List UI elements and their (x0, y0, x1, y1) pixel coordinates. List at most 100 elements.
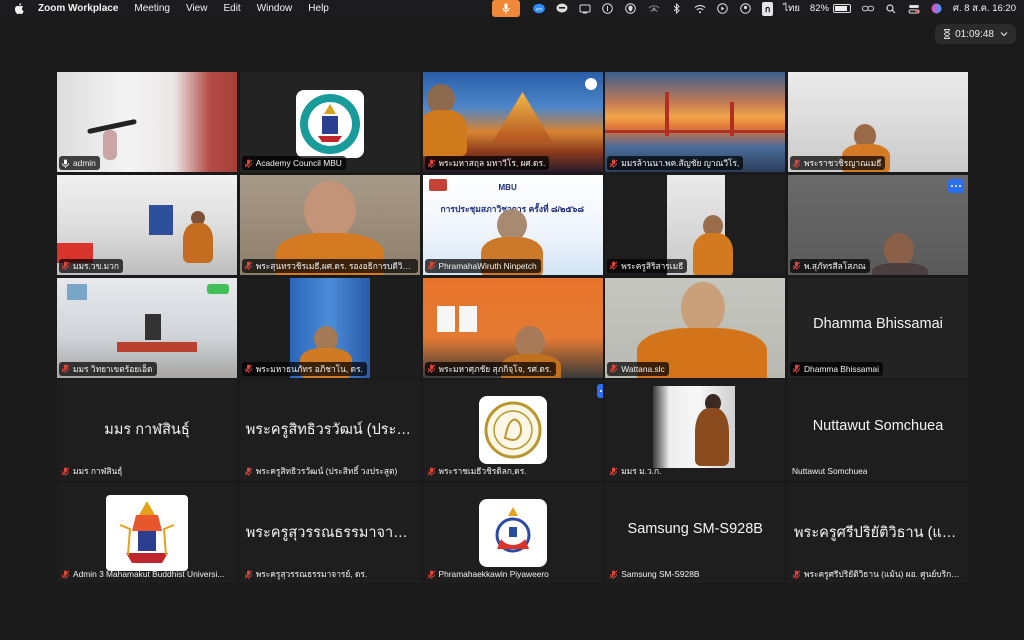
muted-microphone-icon (244, 159, 253, 168)
chevron-down-icon (1000, 32, 1008, 37)
battery-icon[interactable] (832, 4, 851, 13)
participant-name-label: พระสุนทรวชิรเมธี,ผศ.ดร. รองอธิการบดีวิทย… (241, 258, 418, 273)
control-icon[interactable] (602, 3, 614, 14)
muted-microphone-icon (427, 261, 435, 270)
macos-menu-bar: Zoom Workplace Meeting View Edit Window … (0, 0, 1024, 17)
app-menu-zoom[interactable]: Zoom Workplace (38, 3, 118, 14)
more-options-button[interactable] (948, 178, 964, 193)
participant-tile[interactable]: Admin 3 Mahamakut Buddhist Universi... (57, 483, 237, 583)
menubar-status-area: zm ก ไทย 82% ศ. 8 ส.ค. 16:20 (491, 0, 1016, 17)
participant-name-label: มมรล้านนา.พค.สัญชัย ญาณวีโร, (607, 156, 744, 170)
participant-display-name: พระครูสุวรรณธรรมาจารย์... (245, 525, 414, 541)
participant-name-label: มมร.วข.มวก (59, 258, 123, 273)
shield-icon[interactable] (625, 3, 637, 14)
participant-name-label: Samsung SM-S928B (607, 567, 703, 581)
participant-tile[interactable]: มมร ม.ว.ก. (605, 380, 786, 481)
menu-help[interactable]: Help (308, 3, 329, 14)
participant-tile[interactable]: พ.สุภัทรสีลโสภณ (788, 174, 968, 275)
spotlight-search-icon[interactable] (885, 3, 897, 14)
microphone-icon (502, 3, 510, 14)
bluetooth-icon[interactable] (671, 3, 683, 14)
menubar-clock[interactable]: ศ. 8 ส.ค. 16:20 (953, 1, 1016, 16)
participant-display-name: Dhamma Bhissamai (813, 315, 943, 332)
participant-tile[interactable]: มมร วิทยาเขตร้อยเอ็ด (57, 277, 237, 378)
participant-tile[interactable]: MBU การประชุมสภาวิชาการ ครั้งที่ ๘/๒๕๖๘ … (422, 174, 603, 275)
muted-microphone-icon (427, 159, 435, 168)
participant-tile[interactable]: Dhamma Bhissamai Dhamma Bhissamai (788, 277, 968, 378)
participant-tile[interactable]: พระมหาธนภัทร อภิชาโน, ดร. (239, 277, 420, 378)
participant-display-name: พระครูสิทธิวรวัฒน์ (ประสิ... (245, 422, 414, 439)
participant-name-label: พระมหาศุภชัย สุภกิจฺโจ, รศ.ดร. (424, 361, 556, 376)
participant-name-label: มมร ม.ว.ก. (607, 464, 665, 478)
menu-window[interactable]: Window (257, 3, 293, 14)
participant-display-name: พระครูศรีปริยัติวิธาน (แม้... (794, 525, 962, 541)
muted-microphone-icon (244, 364, 253, 373)
line-chat-icon[interactable] (556, 3, 568, 14)
muted-microphone-icon (427, 467, 435, 476)
control-center-icon[interactable] (908, 3, 920, 14)
participant-tile[interactable]: Phramahaekkawin Piyaweero (422, 483, 603, 583)
siri-icon[interactable] (931, 3, 943, 14)
muted-microphone-icon (61, 261, 70, 270)
participant-name-label: Phramahaekkawin Piyaweero (425, 567, 553, 581)
participant-name-label: พระราชเมธีวชิรดิลก,ดร. (425, 464, 531, 478)
participant-tile[interactable]: พระครูสิริสารเมธี (605, 174, 786, 275)
screen-mirroring-icon[interactable] (579, 3, 591, 14)
now-playing-icon[interactable] (717, 3, 729, 14)
participant-tile[interactable]: พระครูสุวรรณธรรมาจารย์... พระครูสุวรรณธร… (239, 483, 420, 583)
participant-tile[interactable]: Wattana.slc (605, 277, 786, 378)
muted-microphone-icon (427, 570, 435, 579)
participant-name-label: พระราชวชิรญาณเมธี (790, 156, 886, 170)
muted-microphone-icon (792, 570, 801, 579)
menu-meeting[interactable]: Meeting (134, 3, 170, 14)
participant-tile[interactable]: มมรล้านนา.พค.สัญชัย ญาณวีโร, (605, 72, 786, 172)
participant-tile[interactable]: Nuttawut Somchuea Nuttawut Somchuea (788, 380, 968, 481)
slide-brand: MBU (498, 182, 517, 192)
more-options-button[interactable] (596, 384, 603, 399)
mahamakut-university-logo (106, 495, 188, 571)
input-source-label[interactable]: ไทย (783, 1, 800, 16)
apple-menu-icon[interactable] (14, 3, 24, 14)
participant-tile[interactable]: พระครูสิทธิวรวัฒน์ (ประสิ... พระครูสิทธิ… (239, 380, 420, 481)
participant-tile[interactable]: มมร กาฬสินธุ์ มมร กาฬสินธุ์ (57, 380, 237, 481)
user-account-icon[interactable] (740, 3, 752, 14)
participant-name-label: Admin 3 Mahamakut Buddhist Universi... (59, 567, 228, 581)
muted-microphone-icon (792, 364, 801, 373)
participant-name-label: พระครูสิทธิวรวัฒน์ (ประสิทธิ์ วงประสูต) (242, 464, 402, 478)
muted-microphone-icon (244, 570, 253, 579)
muted-microphone-icon (61, 570, 70, 579)
participant-display-name: Samsung SM-S928B (627, 521, 763, 537)
microphone-in-use-indicator[interactable] (491, 0, 520, 17)
microphone-icon (62, 159, 69, 168)
input-source-badge[interactable]: ก (761, 1, 774, 16)
participant-tile[interactable]: Academy Council MBU (239, 72, 420, 172)
participant-tile[interactable]: พระมหาศุภชัย สุภกิจฺโจ, รศ.ดร. (422, 277, 603, 378)
participant-name-label: PhramahaWiruth Ninpetch (424, 258, 541, 273)
hotspot-icon[interactable] (648, 3, 660, 14)
muted-microphone-icon (244, 467, 253, 476)
muted-microphone-icon (61, 364, 70, 373)
link-icon[interactable] (861, 3, 874, 14)
menu-edit[interactable]: Edit (223, 3, 240, 14)
meeting-timer[interactable]: 01:09:48 (935, 24, 1016, 44)
participant-tile[interactable]: มมร.วข.มวก (57, 174, 237, 275)
muted-microphone-icon (609, 467, 618, 476)
participant-tile[interactable]: พระสุนทรวชิรเมธี,ผศ.ดร. รองอธิการบดีวิทย… (239, 174, 420, 275)
muted-microphone-icon (792, 261, 801, 270)
participant-tile[interactable]: admin (57, 72, 237, 172)
menu-view[interactable]: View (186, 3, 208, 14)
participant-name-label: มมร วิทยาเขตร้อยเอ็ด (59, 361, 157, 376)
participant-tile[interactable]: Samsung SM-S928B Samsung SM-S928B (605, 483, 786, 583)
participant-tile[interactable]: พระราชวชิรญาณเมธี (788, 72, 968, 172)
participant-name-label: Dhamma Bhissamai (790, 361, 883, 376)
battery-percentage: 82% (809, 3, 829, 14)
participant-tile[interactable]: พระราชเมธีวชิรดิลก,ดร. (422, 380, 603, 481)
muted-microphone-icon (609, 364, 618, 373)
zoom-menubar-icon[interactable]: zm (533, 3, 545, 14)
participant-name-label: Nuttawut Somchuea (792, 466, 868, 477)
hourglass-icon (944, 29, 951, 39)
participant-tile[interactable]: พระครูศรีปริยัติวิธาน (แม้... พระครูศรีป… (788, 483, 968, 583)
wifi-icon[interactable] (694, 3, 706, 14)
participant-tile[interactable]: พระมหาสฤล มหาวีโร, ผศ.ดร. (422, 72, 603, 172)
participant-display-name: Nuttawut Somchuea (812, 418, 944, 435)
